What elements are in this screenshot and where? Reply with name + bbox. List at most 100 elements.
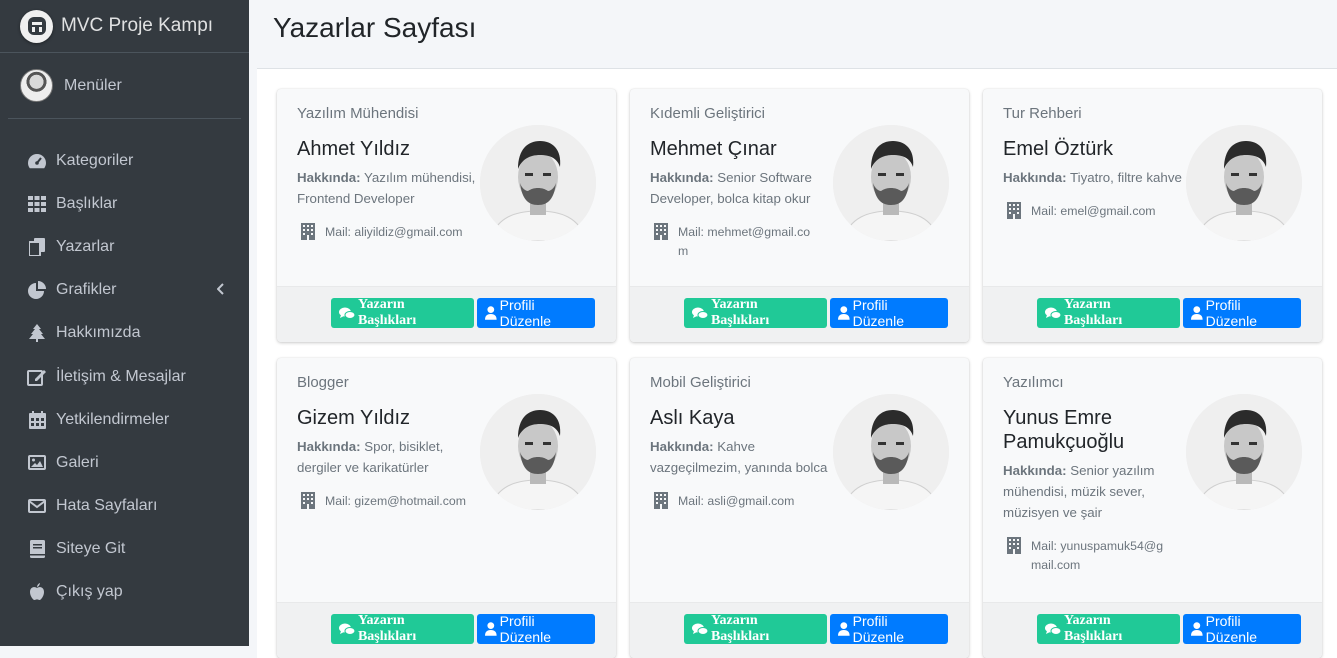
writer-titles-button[interactable]: Yazarın Başlıkları	[1037, 613, 1180, 644]
sidebar-item-grafikler[interactable]: Grafikler	[0, 269, 249, 312]
writer-photo	[1186, 125, 1302, 241]
envelope-icon	[27, 496, 47, 516]
edit-profile-button[interactable]: Profili Düzenle	[830, 297, 948, 329]
copy-icon	[27, 237, 47, 257]
user-icon	[1191, 306, 1203, 320]
page-title: Yazarlar Sayfası	[273, 12, 477, 43]
writer-card-body: Aslı Kaya Hakkında: Kahve vazgeçilmezim,…	[630, 394, 969, 511]
writer-about: Hakkında: Yazılım mühendisi, Frontend De…	[297, 167, 477, 209]
sidebar-nav: Kategoriler Başlıklar Yazarlar Grafikler…	[0, 119, 249, 614]
sidebar-item-label: İletişim & Mesajlar	[56, 367, 186, 385]
writer-card: Yazılım Mühendisi Ahmet Yıldız Hakkında:…	[277, 89, 616, 342]
writer-titles-button[interactable]: Yazarın Başlıkları	[331, 297, 474, 328]
brand-logo-icon	[20, 9, 53, 43]
comments-icon	[339, 623, 355, 635]
about-label: Hakkında:	[297, 439, 361, 454]
apple-icon	[27, 582, 47, 602]
btn-edit-label: Profili Düzenle	[1205, 297, 1257, 329]
sidebar-item-hata-sayfalari[interactable]: Hata Sayfaları	[0, 485, 249, 528]
sidebar-item-label: Kategoriler	[56, 151, 134, 169]
content-header: Yazarlar Sayfası	[249, 0, 1337, 68]
writer-card: Kıdemli Geliştirici Mehmet Çınar Hakkınd…	[630, 89, 969, 342]
btn-titles-label: Yazarın Başlıkları	[710, 297, 770, 328]
tree-icon	[27, 323, 47, 343]
sidebar-item-label: Yetkilendirmeler	[56, 410, 170, 428]
writer-card: Yazılımcı Yunus Emre Pamukçuoğlu Hakkınd…	[983, 358, 1322, 658]
sidebar-item-label: Siteye Git	[56, 540, 126, 558]
writer-mail: Mail: emel@gmail.com	[1003, 202, 1173, 221]
writer-card-body: Gizem Yıldız Hakkında: Spor, bisiklet, d…	[277, 394, 616, 511]
writer-title: Yazılım Mühendisi	[297, 105, 419, 122]
user-icon	[838, 622, 850, 636]
writer-titles-button[interactable]: Yazarın Başlıkları	[331, 613, 474, 644]
btn-edit-label: Profili Düzenle	[852, 297, 904, 329]
image-icon	[27, 453, 47, 473]
btn-edit-label: Profili Düzenle	[499, 613, 551, 645]
writer-card-footer: Yazarın Başlıkları Profili Düzenle	[630, 286, 969, 342]
mail-text: Mail: asli@gmail.com	[678, 494, 795, 508]
about-label: Hakkında:	[1003, 170, 1067, 185]
writer-card-body: Mehmet Çınar Hakkında: Senior Software D…	[630, 125, 969, 261]
writer-titles-button[interactable]: Yazarın Başlıkları	[1037, 297, 1180, 328]
writer-about: Hakkında: Spor, bisiklet, dergiler ve ka…	[297, 436, 477, 478]
writer-about: Hakkında: Senior yazılım mühendisi, müzi…	[1003, 460, 1183, 523]
comments-icon	[692, 623, 708, 635]
edit-profile-button[interactable]: Profili Düzenle	[477, 297, 595, 329]
sidebar-item-label: Grafikler	[56, 281, 117, 299]
pie-chart-icon	[27, 280, 47, 300]
writer-card-footer: Yazarın Başlıkları Profili Düzenle	[630, 602, 969, 658]
building-icon	[301, 223, 315, 240]
about-label: Hakkında:	[650, 170, 714, 185]
about-label: Hakkında:	[297, 170, 361, 185]
sidebar: MVC Proje Kampı Menüler Kategoriler Başl…	[0, 0, 249, 646]
book-icon	[27, 539, 47, 559]
writer-titles-button[interactable]: Yazarın Başlıkları	[684, 297, 827, 328]
sidebar-item-galeri[interactable]: Galeri	[0, 441, 249, 484]
writer-photo	[833, 394, 949, 510]
comments-icon	[339, 307, 355, 319]
edit-profile-button[interactable]: Profili Düzenle	[830, 613, 948, 645]
sidebar-item-iletisim[interactable]: İletişim & Mesajlar	[0, 355, 249, 398]
user-icon	[1191, 622, 1203, 636]
writer-name: Aslı Kaya	[650, 407, 735, 429]
user-icon	[838, 306, 850, 320]
about-label: Hakkında:	[1003, 463, 1067, 478]
sidebar-item-label: Yazarlar	[56, 237, 115, 255]
writer-name: Yunus Emre Pamukçuoğlu	[1003, 407, 1125, 453]
writer-photo	[480, 394, 596, 510]
btn-titles-label: Yazarın Başlıkları	[357, 297, 417, 328]
comments-icon	[1045, 623, 1061, 635]
writer-photo	[1186, 394, 1302, 510]
sidebar-item-cikis-yap[interactable]: Çıkış yap	[0, 571, 249, 614]
writer-about: Hakkında: Kahve vazgeçilmezim, yanında b…	[650, 436, 830, 478]
edit-profile-button[interactable]: Profili Düzenle	[1183, 613, 1301, 645]
writer-card: Mobil Geliştirici Aslı Kaya Hakkında: Ka…	[630, 358, 969, 658]
comments-icon	[692, 307, 708, 319]
chevron-left-icon[interactable]	[216, 282, 225, 300]
sidebar-item-basliklar[interactable]: Başlıklar	[0, 182, 249, 225]
sidebar-item-siteye-git[interactable]: Siteye Git	[0, 528, 249, 571]
mail-text: Mail: aliyildiz@gmail.com	[325, 225, 463, 239]
writer-name: Ahmet Yıldız	[297, 138, 411, 160]
user-name: Menüler	[64, 76, 122, 94]
brand-link[interactable]: MVC Proje Kampı	[0, 0, 249, 53]
sidebar-item-label: Çıkış yap	[56, 583, 123, 601]
btn-edit-label: Profili Düzenle	[499, 297, 551, 329]
sidebar-item-yetkilendirmeler[interactable]: Yetkilendirmeler	[0, 398, 249, 441]
writer-titles-button[interactable]: Yazarın Başlıkları	[684, 613, 827, 644]
sidebar-item-hakkimizda[interactable]: Hakkımızda	[0, 312, 249, 355]
writer-photo	[480, 125, 596, 241]
user-panel[interactable]: Menüler	[8, 53, 241, 119]
mail-text: Mail: mehmet@gmail.com	[678, 225, 811, 258]
edit-profile-button[interactable]: Profili Düzenle	[477, 613, 595, 645]
writer-card-footer: Yazarın Başlıkları Profili Düzenle	[983, 286, 1322, 342]
edit-profile-button[interactable]: Profili Düzenle	[1183, 297, 1301, 329]
writer-mail: Mail: gizem@hotmail.com	[297, 492, 467, 511]
sidebar-item-kategoriler[interactable]: Kategoriler	[0, 139, 249, 182]
writer-card-footer: Yazarın Başlıkları Profili Düzenle	[277, 286, 616, 342]
writer-card-body: Emel Öztürk Hakkında: Tiyatro, filtre ka…	[983, 125, 1322, 241]
writer-mail: Mail: aliyildiz@gmail.com	[297, 223, 467, 242]
writer-mail: Mail: mehmet@gmail.com	[650, 223, 820, 261]
sidebar-item-yazarlar[interactable]: Yazarlar	[0, 225, 249, 268]
writer-mail: Mail: yunuspamuk54@gmail.com	[1003, 537, 1173, 575]
